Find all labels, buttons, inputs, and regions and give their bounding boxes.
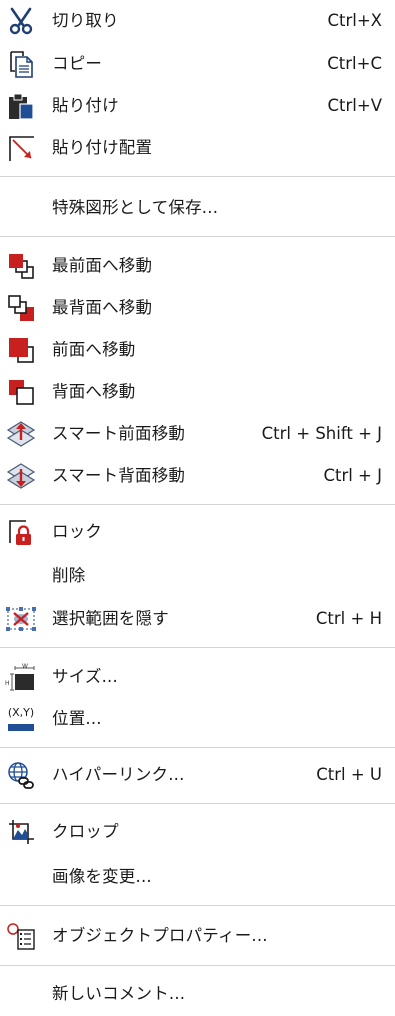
menu-separator [0,747,395,748]
menu-item-label: 貼り付け [52,96,119,115]
menu-item-label: スマート前面移動 [52,424,186,443]
menu-item-label: 最前面へ移動 [52,256,153,275]
menu-separator [0,905,395,906]
menu-item-bring-forward[interactable]: 前面へ移動 [0,330,395,370]
menu-item-label: ロック [52,522,103,541]
size-width-marker: W [22,663,28,670]
menu-item-change-image[interactable]: 画像を変更... [0,857,395,897]
menu-item-shortcut: Ctrl+C [327,54,382,73]
menu-separator [0,647,395,648]
lock-icon [4,515,38,549]
menu-item-cut[interactable]: 切り取り Ctrl+X [0,1,395,41]
menu-item-send-backward[interactable]: 背面へ移動 [0,372,395,412]
menu-item-shortcut: Ctrl + J [323,466,382,485]
menu-item-save-as-special-shape[interactable]: 特殊図形として保存... [0,188,395,228]
menu-item-label: 特殊図形として保存... [52,198,219,217]
smart-backward-icon [4,459,38,493]
position-xy-marker: (X,Y) [8,706,34,719]
menu-item-label: 前面へ移動 [52,340,136,359]
hide-selection-icon [4,602,38,636]
menu-item-shortcut: Ctrl + H [315,609,382,628]
size-height-marker: H [5,680,10,687]
smart-forward-icon [4,417,38,451]
menu-item-label: 切り取り [52,11,119,30]
menu-item-shortcut: Ctrl+X [327,11,383,30]
menu-item-label: 貼り付け配置 [52,138,153,157]
menu-item-label: 選択範囲を隠す [52,609,169,628]
crop-icon [4,815,38,849]
menu-item-paste[interactable]: 貼り付け Ctrl+V [0,86,395,126]
menu-item-label: クロップ [52,822,119,841]
menu-item-position[interactable]: (X,Y) 位置... [0,699,395,739]
menu-item-bring-to-front[interactable]: 最前面へ移動 [0,246,395,286]
menu-item-smart-bring-forward[interactable]: スマート前面移動 Ctrl + Shift + J [0,414,395,454]
menu-item-label: オブジェクトプロパティー... [52,926,268,945]
position-icon: (X,Y) [4,702,38,736]
menu-item-label: 画像を変更... [52,867,152,886]
menu-separator [0,504,395,505]
menu-separator [0,965,395,966]
paste-placement-icon [4,131,38,165]
menu-item-hide-selection[interactable]: 選択範囲を隠す Ctrl + H [0,599,395,639]
menu-item-smart-send-backward[interactable]: スマート背面移動 Ctrl + J [0,456,395,496]
menu-item-paste-placement[interactable]: 貼り付け配置 [0,128,395,168]
menu-item-object-properties[interactable]: オブジェクトプロパティー... [0,916,395,956]
menu-item-label: コピー [52,54,103,73]
menu-item-hyperlink[interactable]: ハイパーリンク... Ctrl + U [0,755,395,795]
menu-item-label: 新しいコメント... [52,984,186,1003]
menu-item-shortcut: Ctrl + Shift + J [261,424,382,443]
copy-icon [4,47,38,81]
menu-item-label: サイズ... [52,667,118,686]
bring-to-front-icon [4,249,38,283]
menu-item-label: 位置... [52,709,102,728]
menu-item-label: 背面へ移動 [52,382,136,401]
menu-item-label: スマート背面移動 [52,466,186,485]
bring-forward-icon [4,333,38,367]
menu-item-shortcut: Ctrl + U [316,765,382,784]
paste-icon [4,89,38,123]
menu-item-label: 削除 [52,566,86,585]
menu-item-new-comment[interactable]: 新しいコメント... [0,974,395,1014]
menu-item-lock[interactable]: ロック [0,512,395,552]
hyperlink-icon [4,758,38,792]
menu-item-label: ハイパーリンク... [52,765,185,784]
menu-separator [0,236,395,237]
context-menu: 切り取り Ctrl+X コピー Ctrl+C 貼り付け Ctrl+V 貼り付け配… [0,0,395,1016]
menu-item-send-to-back[interactable]: 最背面へ移動 [0,288,395,328]
menu-item-size[interactable]: W H サイズ... [0,657,395,697]
menu-item-copy[interactable]: コピー Ctrl+C [0,44,395,84]
menu-separator [0,176,395,177]
object-properties-icon [4,919,38,953]
menu-item-shortcut: Ctrl+V [327,96,382,115]
menu-separator [0,803,395,804]
size-icon: W H [4,660,38,694]
send-backward-icon [4,375,38,409]
scissors-icon [4,4,38,38]
menu-item-label: 最背面へ移動 [52,298,153,317]
menu-item-delete[interactable]: 削除 [0,556,395,596]
menu-item-crop[interactable]: クロップ [0,812,395,852]
send-to-back-icon [4,291,38,325]
